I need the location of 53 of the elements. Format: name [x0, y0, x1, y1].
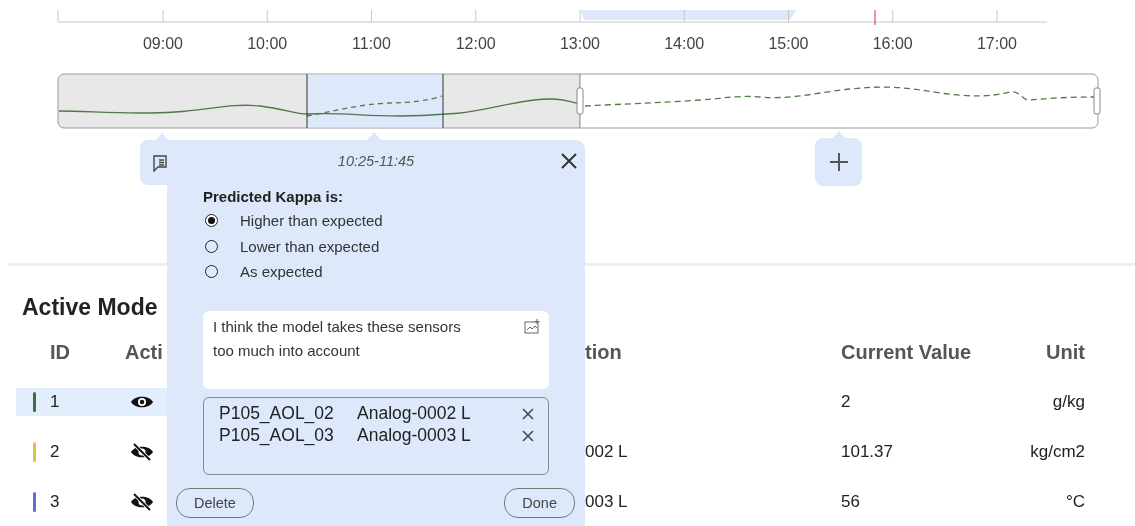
table-cell: 1 — [50, 392, 60, 412]
table-title: Active Mode — [22, 294, 159, 320]
image-icon[interactable] — [524, 318, 540, 334]
sensor-tag: P105_AOL_03 — [219, 425, 357, 446]
question-label: Predicted Kappa is: — [203, 188, 345, 205]
resize-handle[interactable] — [576, 87, 584, 115]
sensor-name: Analog-0002 L — [357, 403, 472, 424]
eye-icon[interactable] — [130, 394, 154, 410]
resize-handle[interactable] — [1093, 87, 1101, 115]
comment-icon — [152, 153, 168, 172]
time-label: 09:00 — [143, 35, 183, 52]
close-icon[interactable] — [561, 153, 577, 169]
selection-window[interactable] — [306, 73, 444, 129]
sensor-name: Analog-0003 L — [357, 425, 472, 446]
time-label: 11:00 — [352, 35, 391, 52]
comment-field[interactable]: I think the model takes these sensors too much into account — [203, 310, 549, 389]
table-cell: 2 — [50, 442, 60, 462]
time-label: 15:00 — [768, 35, 809, 52]
time-label: 16:00 — [872, 35, 913, 52]
plus-icon — [828, 152, 849, 172]
column-header: Unit — [1046, 340, 1085, 364]
column-header: tion — [585, 340, 622, 364]
table-cell: 3 — [50, 492, 60, 512]
current-time-marker — [874, 9, 876, 26]
column-header: Acti — [125, 340, 163, 364]
table-cell: 002 L — [585, 442, 628, 462]
eye-slash-icon[interactable] — [130, 492, 154, 512]
table-cell: g/kg — [1052, 392, 1085, 412]
remove-icon[interactable] — [522, 407, 534, 420]
table-cell: kg/cm2 — [1030, 442, 1085, 462]
table-cell: °C — [1065, 492, 1085, 512]
column-header: Current Value — [841, 340, 972, 364]
time-range: 10:25-11:45 — [337, 153, 415, 169]
eye-slash-icon[interactable] — [130, 442, 154, 462]
time-label: 10:00 — [247, 35, 288, 52]
column-header: ID — [50, 340, 70, 364]
delete-button[interactable]: Delete — [176, 487, 254, 518]
row-highlight[interactable] — [16, 388, 167, 416]
radio-button[interactable] — [205, 214, 218, 228]
table-cell: 56 — [841, 492, 860, 512]
done-button[interactable]: Done — [504, 487, 575, 518]
table-cell: 2 — [841, 392, 851, 412]
sensor-tag: P105_AOL_02 — [219, 403, 357, 424]
time-label: 12:00 — [455, 35, 496, 52]
remove-icon[interactable] — [522, 429, 534, 442]
option-label: Higher than expected — [240, 212, 383, 230]
table-cell: 101.37 — [841, 442, 893, 462]
table-cell: 003 L — [585, 492, 628, 512]
time-label: 14:00 — [664, 35, 705, 52]
option-label: Lower than expected — [240, 237, 380, 255]
option-label: As expected — [240, 263, 323, 281]
time-label: 13:00 — [560, 35, 600, 52]
time-label: 17:00 — [977, 35, 1017, 52]
